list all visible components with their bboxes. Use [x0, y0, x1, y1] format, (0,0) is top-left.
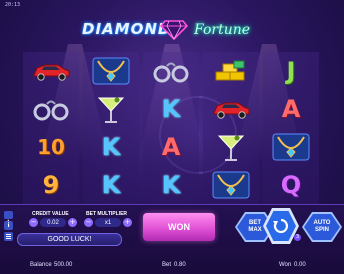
martini-symbol-icon [203, 128, 259, 166]
balance-label: Balance [30, 262, 52, 268]
reel-column: JA Q [263, 52, 319, 204]
letter-symbol: K [83, 128, 139, 166]
reel-column: 10 9 [23, 52, 79, 204]
bet-multiplier-display: x1 [95, 218, 121, 227]
bet-multiplier-decrease-button[interactable]: − [84, 218, 93, 227]
bet-value: 0.80 [174, 262, 186, 268]
win-display-button[interactable]: WON [143, 213, 215, 241]
letter-symbol: 9 [23, 166, 79, 204]
symbol-text: A [161, 133, 181, 161]
credit-value-label: CREDIT VALUE [32, 211, 69, 217]
letter-symbol: J [263, 52, 319, 90]
clock: 20:13 [5, 2, 21, 8]
handcuffs-symbol-icon [23, 90, 79, 128]
bet-multiplier-label: BET MULTIPLIER [86, 211, 128, 217]
won-value: 0.00 [294, 262, 306, 268]
necklace-symbol-icon [83, 52, 139, 90]
game-logo: DIAMOND Fortune [0, 20, 344, 46]
bet-multiplier-increase-button[interactable]: + [123, 218, 132, 227]
letter-symbol: A [143, 128, 199, 166]
symbol-text: Q [280, 171, 302, 199]
slot-game-screen: 20:13 DIAMOND Fortune 10 9 K K K A K J A Q i CRED… [0, 0, 344, 274]
letter-symbol: A [263, 90, 319, 128]
letter-symbol: K [83, 166, 139, 204]
symbol-text: K [101, 133, 121, 161]
letter-symbol: K [143, 90, 199, 128]
credit-value-display: 0.02 [40, 218, 66, 227]
logo-word-fortune: Fortune [194, 22, 251, 38]
reel-column: KAK [143, 52, 199, 204]
symbol-text: 9 [42, 171, 60, 199]
credit-value-decrease-button[interactable]: − [29, 218, 38, 227]
car-symbol-icon [23, 52, 79, 90]
diamond-icon [160, 20, 188, 40]
symbol-text: 10 [37, 135, 65, 159]
car-symbol-icon [203, 90, 259, 128]
handcuffs-symbol-icon [143, 52, 199, 90]
letter-symbol: K [143, 166, 199, 204]
reel-column [203, 52, 259, 204]
menu-button[interactable] [4, 232, 13, 241]
spin-arrows-icon [273, 218, 289, 234]
letter-symbol: Q [263, 166, 319, 204]
symbol-text: A [281, 95, 301, 123]
logo-word-diamond: DIAMOND [82, 20, 172, 38]
symbol-text: K [161, 171, 181, 199]
balance-value: 500.00 [54, 262, 73, 268]
spin-count-badge: 3 [294, 234, 301, 241]
gold-bars-symbol-icon [203, 52, 259, 90]
martini-symbol-icon [83, 90, 139, 128]
sound-button[interactable] [4, 211, 13, 225]
letter-symbol: 10 [23, 128, 79, 166]
status-message: GOOD LUCK! [17, 233, 122, 246]
symbol-text: K [161, 95, 181, 123]
reel-column: KK [83, 52, 139, 204]
won-label: Won [279, 262, 292, 268]
symbol-text: K [101, 171, 121, 199]
reel-area: 10 9 K K K A K J A Q [23, 52, 321, 204]
info-button[interactable]: i [4, 221, 13, 230]
symbol-text: J [286, 57, 296, 85]
necklace-symbol-icon [263, 128, 319, 166]
credit-value-increase-button[interactable]: + [68, 218, 77, 227]
necklace-symbol-icon [203, 166, 259, 204]
bet-label: Bet [162, 262, 172, 268]
